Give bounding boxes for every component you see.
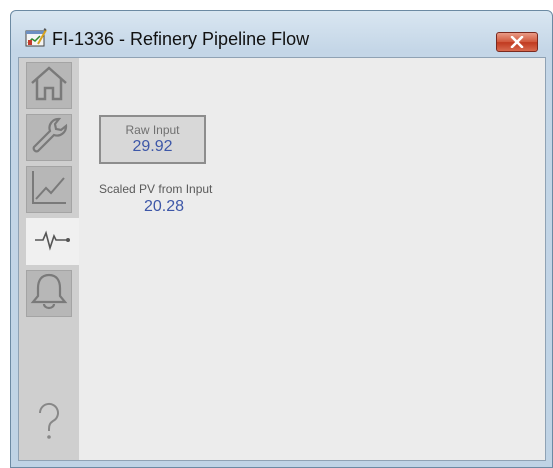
window-title: FI-1336 - Refinery Pipeline Flow [52, 29, 310, 49]
title-bar[interactable]: FI-1336 - Refinery Pipeline Flow [11, 11, 552, 57]
raw-input-value: 29.92 [132, 138, 173, 155]
nav-diagnostics-button[interactable] [26, 218, 79, 265]
nav-maintenance-button[interactable] [26, 114, 72, 161]
close-button[interactable] [496, 32, 538, 52]
faceplate-body: Raw Input 29.92 Scaled PV from Input 20.… [18, 57, 546, 461]
wrench-icon [29, 115, 69, 160]
close-x-icon [510, 36, 524, 48]
raw-input-label: Raw Input [125, 123, 180, 137]
faceplate-nav-bar [19, 58, 79, 460]
nav-alarms-button[interactable] [26, 270, 72, 317]
home-icon [29, 64, 69, 107]
scaled-pv-label: Scaled PV from Input [99, 182, 213, 196]
pulse-signal-icon [33, 224, 73, 259]
scaled-pv-value: 20.28 [144, 198, 185, 215]
nav-home-button[interactable] [26, 62, 72, 109]
raw-input-display: Raw Input 29.92 [99, 115, 206, 164]
nav-help-button[interactable] [26, 400, 72, 447]
nav-trends-button[interactable] [26, 166, 72, 213]
bell-icon [29, 271, 69, 316]
faceplate-window: FI-1336 - Refinery Pipeline Flow Raw Inp… [10, 10, 553, 468]
question-mark-icon [34, 401, 64, 446]
trend-chart-icon [29, 168, 69, 211]
faceplate-icon [25, 28, 47, 48]
